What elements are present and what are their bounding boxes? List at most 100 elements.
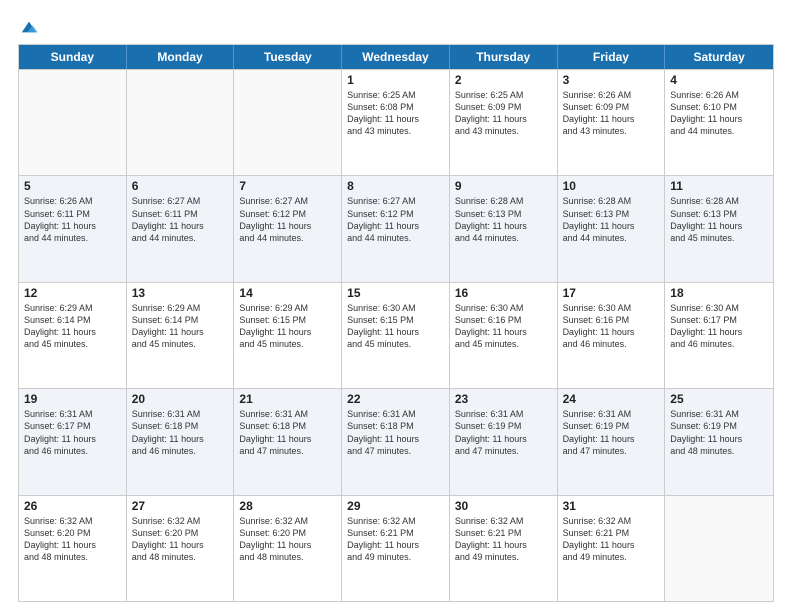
day-info: Sunrise: 6:31 AM Sunset: 6:17 PM Dayligh…: [24, 408, 121, 457]
day-number: 9: [455, 179, 552, 193]
cal-cell: 17 Sunrise: 6:30 AM Sunset: 6:16 PM Dayli…: [558, 283, 666, 388]
header-day-wednesday: Wednesday: [342, 45, 450, 69]
cal-cell: 2 Sunrise: 6:25 AM Sunset: 6:09 PM Daylig…: [450, 70, 558, 175]
day-info: Sunrise: 6:27 AM Sunset: 6:12 PM Dayligh…: [239, 195, 336, 244]
day-info: Sunrise: 6:31 AM Sunset: 6:18 PM Dayligh…: [347, 408, 444, 457]
cal-cell: 15 Sunrise: 6:30 AM Sunset: 6:15 PM Dayli…: [342, 283, 450, 388]
cal-cell: 27 Sunrise: 6:32 AM Sunset: 6:20 PM Dayli…: [127, 496, 235, 601]
day-number: 18: [670, 286, 768, 300]
day-info: Sunrise: 6:31 AM Sunset: 6:19 PM Dayligh…: [455, 408, 552, 457]
day-info: Sunrise: 6:30 AM Sunset: 6:16 PM Dayligh…: [563, 302, 660, 351]
day-info: Sunrise: 6:31 AM Sunset: 6:18 PM Dayligh…: [239, 408, 336, 457]
day-number: 11: [670, 179, 768, 193]
cal-cell: 28 Sunrise: 6:32 AM Sunset: 6:20 PM Dayli…: [234, 496, 342, 601]
day-number: 8: [347, 179, 444, 193]
cal-cell: 6 Sunrise: 6:27 AM Sunset: 6:11 PM Daylig…: [127, 176, 235, 281]
header-day-saturday: Saturday: [665, 45, 773, 69]
cal-cell: [665, 496, 773, 601]
cal-cell: 25Sunrise: 6:31 AM Sunset: 6:19 PM Dayli…: [665, 389, 773, 494]
day-number: 10: [563, 179, 660, 193]
calendar: SundayMondayTuesdayWednesdayThursdayFrid…: [18, 44, 774, 602]
day-info: Sunrise: 6:31 AM Sunset: 6:19 PM Dayligh…: [563, 408, 660, 457]
day-number: 3: [563, 73, 660, 87]
cal-cell: 31 Sunrise: 6:32 AM Sunset: 6:21 PM Dayli…: [558, 496, 666, 601]
cal-cell: 22 Sunrise: 6:31 AM Sunset: 6:18 PM Dayli…: [342, 389, 450, 494]
cal-cell: 30 Sunrise: 6:32 AM Sunset: 6:21 PM Dayli…: [450, 496, 558, 601]
calendar-body: 1 Sunrise: 6:25 AM Sunset: 6:08 PM Daylig…: [19, 69, 773, 601]
day-number: 30: [455, 499, 552, 513]
day-number: 6: [132, 179, 229, 193]
cal-cell: 12Sunrise: 6:29 AM Sunset: 6:14 PM Dayli…: [19, 283, 127, 388]
day-number: 22: [347, 392, 444, 406]
cal-cell: 4 Sunrise: 6:26 AM Sunset: 6:10 PM Daylig…: [665, 70, 773, 175]
header-day-thursday: Thursday: [450, 45, 558, 69]
day-number: 1: [347, 73, 444, 87]
day-info: Sunrise: 6:28 AM Sunset: 6:13 PM Dayligh…: [455, 195, 552, 244]
cal-cell: 9 Sunrise: 6:28 AM Sunset: 6:13 PM Daylig…: [450, 176, 558, 281]
cal-cell: [19, 70, 127, 175]
cal-week-2: 5Sunrise: 6:26 AM Sunset: 6:11 PM Daylig…: [19, 175, 773, 281]
cal-cell: 11Sunrise: 6:28 AM Sunset: 6:13 PM Dayli…: [665, 176, 773, 281]
cal-cell: 19 Sunrise: 6:31 AM Sunset: 6:17 PM Dayli…: [19, 389, 127, 494]
day-number: 25: [670, 392, 768, 406]
logo: [18, 18, 38, 34]
day-number: 26: [24, 499, 121, 513]
day-info: Sunrise: 6:25 AM Sunset: 6:08 PM Dayligh…: [347, 89, 444, 138]
day-number: 2: [455, 73, 552, 87]
cal-week-3: 12Sunrise: 6:29 AM Sunset: 6:14 PM Dayli…: [19, 282, 773, 388]
day-number: 7: [239, 179, 336, 193]
header-day-sunday: Sunday: [19, 45, 127, 69]
cal-week-4: 19 Sunrise: 6:31 AM Sunset: 6:17 PM Dayli…: [19, 388, 773, 494]
cal-cell: 7 Sunrise: 6:27 AM Sunset: 6:12 PM Daylig…: [234, 176, 342, 281]
cal-cell: 21 Sunrise: 6:31 AM Sunset: 6:18 PM Dayli…: [234, 389, 342, 494]
day-info: Sunrise: 6:26 AM Sunset: 6:11 PM Dayligh…: [24, 195, 121, 244]
day-info: Sunrise: 6:30 AM Sunset: 6:15 PM Dayligh…: [347, 302, 444, 351]
cal-cell: 20 Sunrise: 6:31 AM Sunset: 6:18 PM Dayli…: [127, 389, 235, 494]
day-number: 4: [670, 73, 768, 87]
header: [18, 18, 774, 34]
day-number: 19: [24, 392, 121, 406]
cal-cell: 23 Sunrise: 6:31 AM Sunset: 6:19 PM Dayli…: [450, 389, 558, 494]
day-number: 28: [239, 499, 336, 513]
cal-cell: [127, 70, 235, 175]
day-number: 23: [455, 392, 552, 406]
cal-cell: 26 Sunrise: 6:32 AM Sunset: 6:20 PM Dayli…: [19, 496, 127, 601]
day-info: Sunrise: 6:32 AM Sunset: 6:20 PM Dayligh…: [239, 515, 336, 564]
day-info: Sunrise: 6:30 AM Sunset: 6:17 PM Dayligh…: [670, 302, 768, 351]
calendar-header-row: SundayMondayTuesdayWednesdayThursdayFrid…: [19, 45, 773, 69]
day-number: 14: [239, 286, 336, 300]
cal-week-1: 1 Sunrise: 6:25 AM Sunset: 6:08 PM Daylig…: [19, 69, 773, 175]
day-number: 15: [347, 286, 444, 300]
day-info: Sunrise: 6:26 AM Sunset: 6:10 PM Dayligh…: [670, 89, 768, 138]
day-info: Sunrise: 6:32 AM Sunset: 6:20 PM Dayligh…: [132, 515, 229, 564]
cal-cell: 13Sunrise: 6:29 AM Sunset: 6:14 PM Dayli…: [127, 283, 235, 388]
day-number: 27: [132, 499, 229, 513]
day-number: 21: [239, 392, 336, 406]
day-info: Sunrise: 6:31 AM Sunset: 6:18 PM Dayligh…: [132, 408, 229, 457]
day-info: Sunrise: 6:26 AM Sunset: 6:09 PM Dayligh…: [563, 89, 660, 138]
cal-cell: 29Sunrise: 6:32 AM Sunset: 6:21 PM Dayli…: [342, 496, 450, 601]
header-day-tuesday: Tuesday: [234, 45, 342, 69]
header-day-friday: Friday: [558, 45, 666, 69]
day-info: Sunrise: 6:29 AM Sunset: 6:15 PM Dayligh…: [239, 302, 336, 351]
cal-week-5: 26 Sunrise: 6:32 AM Sunset: 6:20 PM Dayli…: [19, 495, 773, 601]
cal-cell: [234, 70, 342, 175]
day-info: Sunrise: 6:30 AM Sunset: 6:16 PM Dayligh…: [455, 302, 552, 351]
logo-icon: [20, 18, 38, 36]
day-number: 17: [563, 286, 660, 300]
day-info: Sunrise: 6:25 AM Sunset: 6:09 PM Dayligh…: [455, 89, 552, 138]
cal-cell: 14 Sunrise: 6:29 AM Sunset: 6:15 PM Dayli…: [234, 283, 342, 388]
cal-cell: 16 Sunrise: 6:30 AM Sunset: 6:16 PM Dayli…: [450, 283, 558, 388]
day-info: Sunrise: 6:32 AM Sunset: 6:21 PM Dayligh…: [455, 515, 552, 564]
day-number: 31: [563, 499, 660, 513]
cal-cell: 1 Sunrise: 6:25 AM Sunset: 6:08 PM Daylig…: [342, 70, 450, 175]
cal-cell: 8 Sunrise: 6:27 AM Sunset: 6:12 PM Daylig…: [342, 176, 450, 281]
day-info: Sunrise: 6:32 AM Sunset: 6:21 PM Dayligh…: [347, 515, 444, 564]
day-info: Sunrise: 6:27 AM Sunset: 6:12 PM Dayligh…: [347, 195, 444, 244]
day-info: Sunrise: 6:32 AM Sunset: 6:20 PM Dayligh…: [24, 515, 121, 564]
day-info: Sunrise: 6:32 AM Sunset: 6:21 PM Dayligh…: [563, 515, 660, 564]
day-info: Sunrise: 6:27 AM Sunset: 6:11 PM Dayligh…: [132, 195, 229, 244]
day-number: 20: [132, 392, 229, 406]
cal-cell: 3 Sunrise: 6:26 AM Sunset: 6:09 PM Daylig…: [558, 70, 666, 175]
day-number: 16: [455, 286, 552, 300]
